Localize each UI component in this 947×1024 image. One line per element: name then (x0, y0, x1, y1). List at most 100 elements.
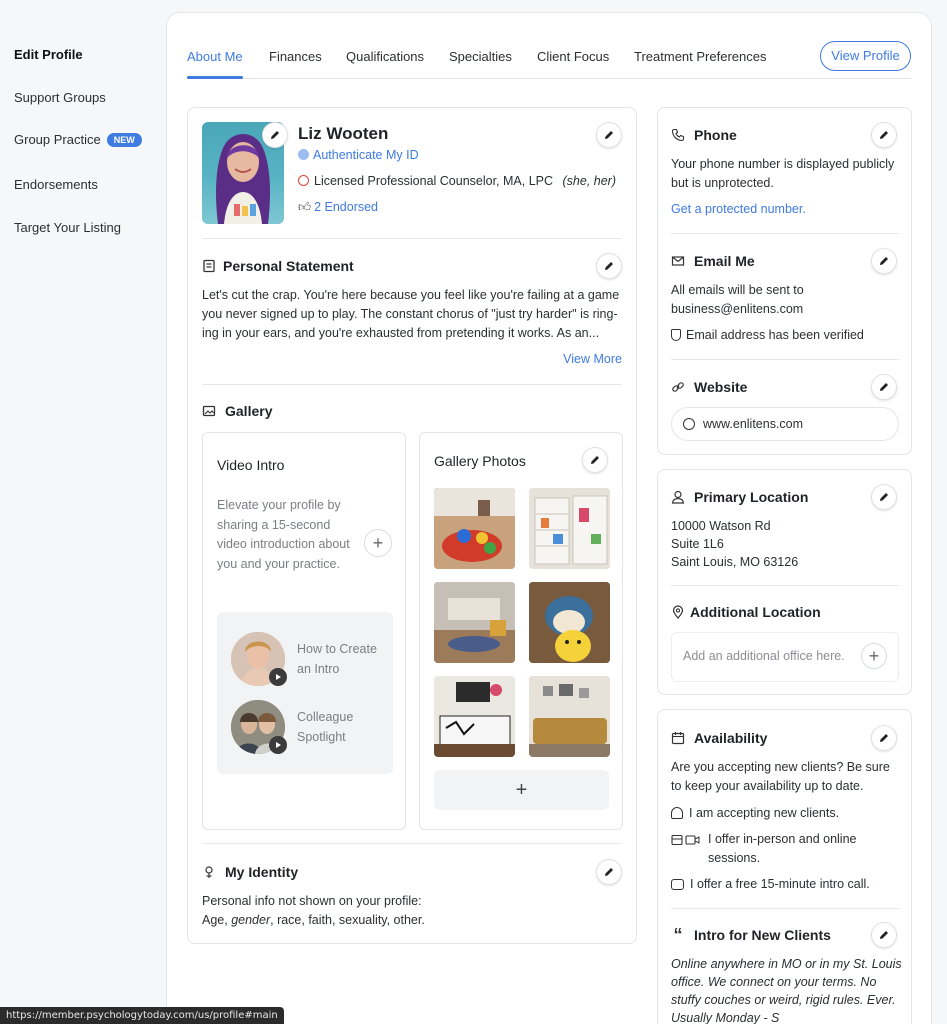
sidebar-item-label: Group Practice (14, 132, 101, 147)
divider (202, 843, 622, 844)
authenticate-label: Authenticate My ID (313, 148, 419, 162)
example-label-colleague[interactable]: Colleague Spotlight (297, 708, 387, 747)
profile-name: Liz Wooten (298, 124, 389, 143)
email-title: Email Me (694, 253, 755, 269)
edit-availability-button[interactable] (871, 725, 897, 751)
image-icon (202, 404, 216, 418)
tab-finances[interactable]: Finances (269, 49, 322, 64)
active-tab-indicator (187, 76, 243, 79)
address-line-2: Suite 1L6 (671, 537, 724, 551)
address-line-1: 10000 Watson Rd (671, 519, 771, 533)
availability-text: Are you accepting new clients? Be sure t… (671, 760, 890, 793)
email-verified-text: Email address has been verified (686, 328, 864, 342)
protected-number-link[interactable]: Get a protected number. (671, 200, 806, 219)
edit-gallery-button[interactable] (582, 447, 608, 473)
globe-icon (683, 418, 695, 430)
credential-line: Licensed Professional Counselor, MA, LPC… (298, 174, 616, 188)
edit-personal-statement-button[interactable] (596, 253, 622, 279)
website-url: www.enlitens.com (703, 417, 804, 431)
intro-call-line: I offer a free 15-minute intro call. (671, 875, 870, 894)
thumbs-up-icon: 👍︎ (298, 200, 312, 214)
edit-identity-button[interactable] (596, 859, 622, 885)
gallery-title: Gallery (225, 403, 273, 419)
pencil-icon (271, 131, 279, 139)
sidebar-item-endorsements[interactable]: Endorsements (14, 177, 98, 192)
gallery-photos-title: Gallery Photos (434, 453, 526, 469)
endorsed-count: 2 Endorsed (314, 200, 379, 214)
plus-icon: + (515, 778, 528, 801)
video-intro-text: Elevate your profile by sharing a 15-sec… (217, 498, 350, 571)
edit-profile-header-button[interactable] (596, 122, 622, 148)
view-more-link[interactable]: View More (563, 352, 622, 366)
tab-about-me[interactable]: About Me (187, 49, 243, 64)
edit-intro-button[interactable] (871, 922, 897, 948)
view-profile-button[interactable]: View Profile (820, 41, 911, 71)
accepting-clients-line: I am accepting new clients. (671, 804, 839, 823)
additional-location-placeholder: Add an additional office here. (683, 649, 845, 663)
shield-check-icon (671, 329, 681, 341)
sidebar-item-support-groups[interactable]: Support Groups (14, 90, 106, 105)
sidebar-item-edit-profile[interactable]: Edit Profile (14, 47, 83, 62)
phone-title: Phone (694, 127, 737, 143)
gallery-photo-2[interactable] (529, 488, 610, 569)
session-type-text: I offer in-person and online sessions. (708, 832, 857, 865)
availability-card: Availability Are you accepting new clien… (657, 709, 912, 1024)
email-verified: Email address has been verified (671, 326, 864, 345)
gallery-photo-4[interactable] (529, 582, 610, 663)
identity-line-2: Age, gender, race, faith, sexuality, oth… (202, 911, 622, 930)
personal-statement-text: Let's cut the crap. You're here because … (202, 288, 620, 340)
primary-location-title: Primary Location (694, 489, 809, 505)
pencil-icon (605, 262, 613, 270)
link-icon (671, 380, 685, 394)
add-video-button[interactable]: + (364, 529, 392, 557)
plus-icon: + (372, 532, 384, 553)
sidebar-item-group-practice[interactable]: Group Practice NEW (14, 132, 142, 147)
video-examples-panel: How to Create an Intro Colleague Spotlig… (217, 612, 393, 774)
about-me-card: Liz Wooten Authenticate My ID Licensed P… (187, 107, 637, 944)
gallery-photo-6[interactable] (529, 676, 610, 757)
play-icon (269, 668, 287, 686)
tab-client-focus[interactable]: Client Focus (537, 49, 609, 64)
tab-treatment-preferences[interactable]: Treatment Preferences (634, 49, 766, 64)
sidebar-item-target-listing[interactable]: Target Your Listing (14, 220, 121, 235)
edit-phone-button[interactable] (871, 122, 897, 148)
endorsed-link[interactable]: 👍︎ 2 Endorsed (298, 200, 378, 215)
divider (671, 585, 899, 586)
divider (671, 908, 899, 909)
identity-text: Personal info not shown on your profile:… (202, 892, 622, 930)
gallery-photo-1[interactable] (434, 488, 515, 569)
intro-call-text: I offer a free 15-minute intro call. (690, 877, 870, 891)
authenticate-id-link[interactable]: Authenticate My ID (298, 148, 419, 162)
edit-primary-location-button[interactable] (871, 484, 897, 510)
person-icon (671, 490, 685, 504)
pencil-icon (880, 383, 888, 391)
document-icon (202, 259, 216, 273)
add-gallery-photo-button[interactable]: + (434, 770, 609, 810)
edit-photo-button[interactable] (262, 122, 288, 148)
gallery-photo-3[interactable] (434, 582, 515, 663)
divider (671, 359, 899, 360)
locations-card: Primary Location 10000 Watson Rd Suite 1… (657, 469, 912, 695)
tab-specialties[interactable]: Specialties (449, 49, 512, 64)
pencil-icon (880, 257, 888, 265)
additional-location-field[interactable]: Add an additional office here. + (671, 632, 899, 682)
sidebar: Edit Profile Support Groups Group Practi… (0, 0, 166, 1024)
phone-text: Your phone number is displayed publicly … (671, 157, 895, 190)
intro-new-clients-text: Online anywhere in MO or in my St. Louis… (671, 957, 902, 1024)
divider (671, 233, 899, 234)
gallery-photo-5[interactable] (434, 676, 515, 757)
pencil-icon (605, 868, 613, 876)
pencil-icon (591, 456, 599, 464)
add-location-button[interactable]: + (861, 643, 887, 669)
pencil-icon (880, 493, 888, 501)
edit-email-button[interactable] (871, 248, 897, 274)
tab-qualifications[interactable]: Qualifications (346, 49, 424, 64)
example-label-how-to[interactable]: How to Create an Intro (297, 640, 387, 679)
identity-rest: , race, faith, sexuality, other. (270, 913, 425, 927)
edit-website-button[interactable] (871, 374, 897, 400)
website-field[interactable]: www.enlitens.com (671, 407, 899, 441)
pencil-icon (880, 734, 888, 742)
availability-title: Availability (694, 730, 768, 746)
location-pin-icon (671, 605, 685, 619)
address-line-3: Saint Louis, MO 63126 (671, 555, 799, 569)
